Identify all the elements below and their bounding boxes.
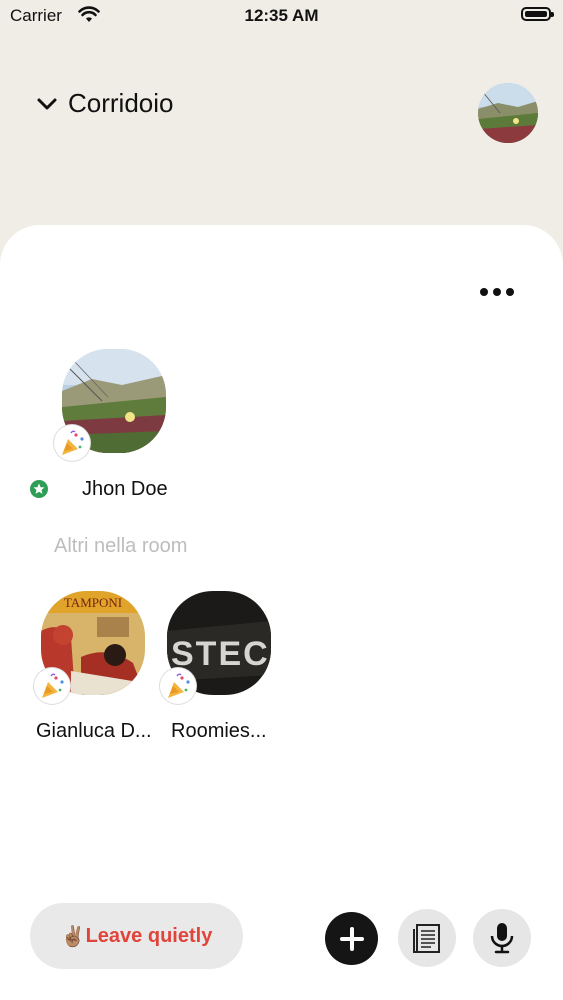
speaker-name: Jhon Doe bbox=[82, 478, 168, 500]
room-switcher[interactable]: Corridoio bbox=[36, 88, 174, 119]
peace-hand-icon: ✌🏽 bbox=[60, 925, 86, 948]
microphone-icon bbox=[490, 923, 514, 954]
party-popper-icon bbox=[34, 668, 70, 704]
notes-icon bbox=[413, 924, 440, 953]
member-name: Gianluca D... bbox=[36, 720, 152, 742]
leave-quietly-button[interactable]: ✌🏽 Leave quietly bbox=[30, 903, 243, 969]
leave-label: Leave quietly bbox=[85, 924, 213, 947]
party-popper-icon bbox=[54, 425, 90, 461]
others-section-label: Altri nella room bbox=[54, 535, 188, 557]
status-bar: Carrier 12:35 AM bbox=[0, 0, 563, 32]
add-button[interactable] bbox=[325, 912, 378, 965]
more-options-button[interactable] bbox=[480, 286, 514, 298]
battery-icon bbox=[521, 7, 554, 21]
clock: 12:35 AM bbox=[244, 6, 319, 25]
member-name: Roomies... bbox=[171, 720, 267, 742]
room-title: Corridoio bbox=[68, 88, 174, 118]
plus-icon bbox=[339, 926, 364, 951]
more-horizontal-icon bbox=[480, 288, 488, 296]
star-badge-icon bbox=[30, 480, 48, 498]
svg-text:TAMPONI: TAMPONI bbox=[64, 595, 122, 610]
microphone-button[interactable] bbox=[473, 909, 531, 967]
chevron-down-icon bbox=[37, 98, 57, 109]
party-popper-icon bbox=[160, 668, 196, 704]
svg-text:STEC: STEC bbox=[171, 635, 270, 673]
notes-button[interactable] bbox=[398, 909, 456, 967]
user-avatar[interactable] bbox=[478, 83, 538, 143]
